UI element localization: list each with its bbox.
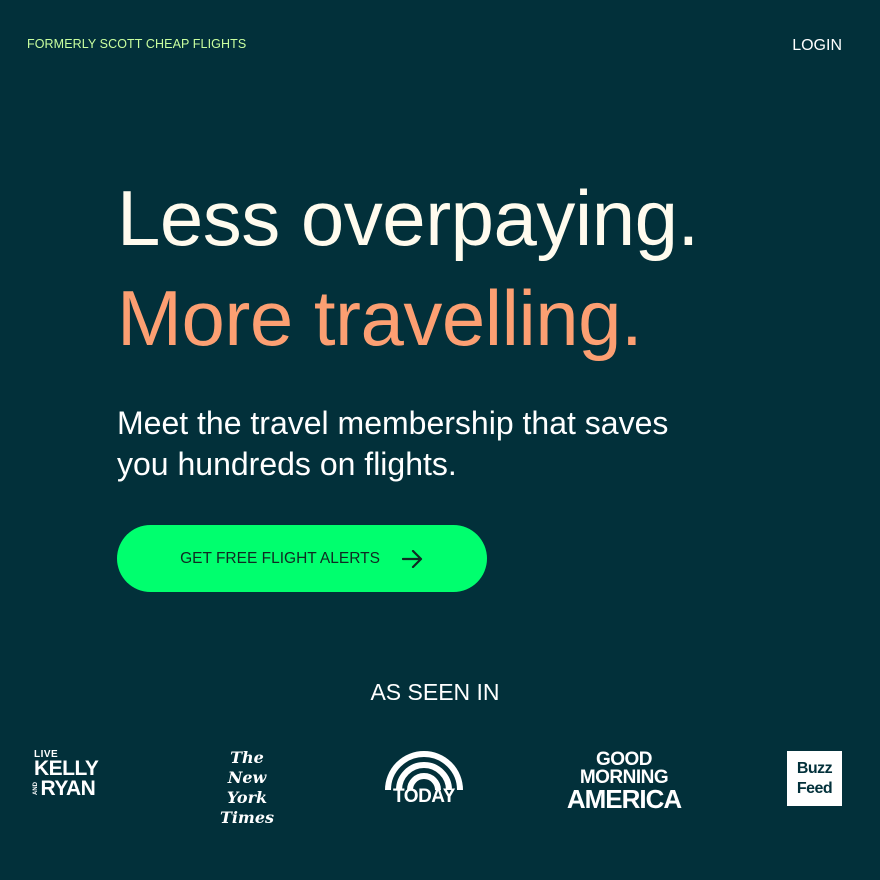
new-york-times-logo: The New York Times: [208, 748, 286, 828]
get-free-flight-alerts-button[interactable]: GET FREE FLIGHT ALERTS: [117, 525, 487, 592]
cta-label: GET FREE FLIGHT ALERTS: [180, 549, 380, 567]
kelly-ryan-row: AND RYAN: [33, 776, 98, 800]
login-link[interactable]: LOGIN: [792, 37, 842, 55]
nyt-line-3: Times: [219, 808, 275, 827]
nyt-line-1: The: [230, 748, 264, 767]
gma-line-3: AMERICA: [566, 784, 682, 815]
live-kelly-ryan-logo: LIVE KELLY AND RYAN: [33, 749, 99, 800]
hero-headline: Less overpaying. More travelling.: [117, 168, 699, 368]
formerly-label: FORMERLY SCOTT CHEAP FLIGHTS: [27, 37, 247, 51]
kelly-ryan-text: RYAN: [40, 776, 96, 800]
good-morning-america-logo: GOOD MORNING AMERICA: [562, 750, 686, 815]
buzzfeed-line-1: Buzz: [796, 759, 833, 777]
buzzfeed-line-2: Feed: [796, 779, 833, 797]
headline-line-2: More travelling.: [117, 274, 643, 362]
arrow-right-icon: [401, 549, 424, 568]
nyt-line-2: New York: [226, 768, 268, 807]
kelly-and-text: AND: [33, 781, 39, 795]
today-text: TODAY: [393, 786, 455, 807]
as-seen-in-heading: AS SEEN IN: [370, 679, 500, 705]
kelly-name-text: KELLY: [34, 757, 99, 781]
headline-line-1: Less overpaying.: [117, 174, 699, 262]
hero-subtitle: Meet the travel membership that saves yo…: [117, 405, 669, 482]
buzzfeed-logo: Buzz Feed: [787, 751, 842, 806]
today-logo: TODAY: [385, 750, 463, 808]
